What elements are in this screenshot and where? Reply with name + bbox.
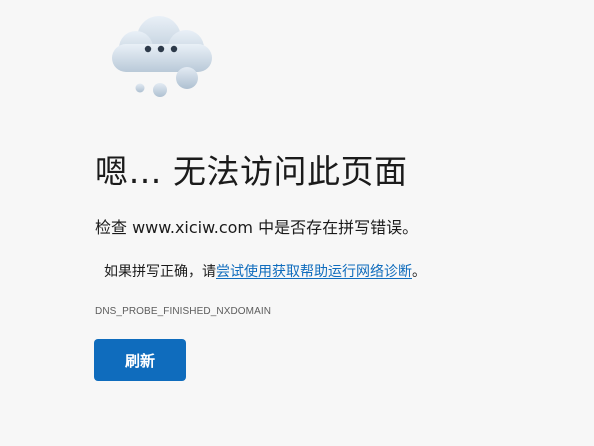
spelling-check-message: 检查 www.xiciw.com 中是否存在拼写错误。 <box>95 218 419 237</box>
network-diagnostics-link[interactable]: 尝试使用获取帮助运行网络诊断 <box>216 264 412 280</box>
suggestion-suffix: 。 <box>412 264 426 280</box>
suggestion-prefix: 如果拼写正确，请 <box>104 264 216 280</box>
refresh-button[interactable]: 刷新 <box>94 339 186 381</box>
page-title: 嗯… 无法访问此页面 <box>95 152 408 191</box>
cloud-thinking-icon <box>104 10 220 102</box>
suggestion-message: 如果拼写正确，请尝试使用获取帮助运行网络诊断。 <box>104 262 426 282</box>
error-code: DNS_PROBE_FINISHED_NXDOMAIN <box>95 306 272 317</box>
